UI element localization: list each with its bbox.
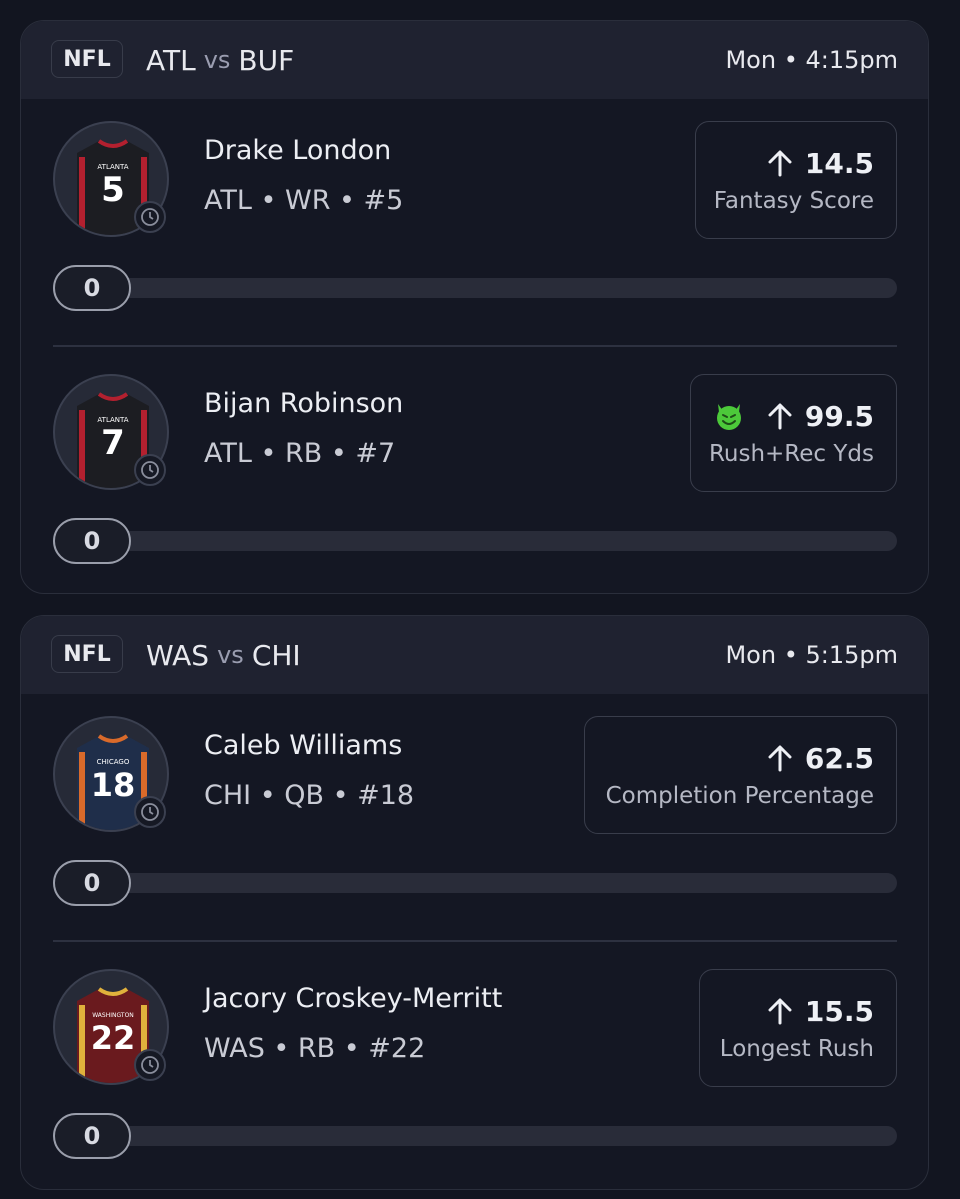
player-row[interactable]: ATLANTA 5 Drake London ATL • WR • #5 14.…	[21, 99, 928, 351]
arrow-up-icon	[768, 998, 792, 1025]
arrow-up-icon	[768, 745, 792, 772]
jersey-city: WASHINGTON	[92, 1012, 134, 1019]
projection-value: 62.5	[804, 741, 874, 775]
player-meta: ATL • WR • #5	[204, 185, 404, 216]
projection-label: Completion Percentage	[605, 782, 874, 809]
jersey-number: 18	[91, 766, 136, 804]
away-team: WAS	[146, 638, 210, 672]
projection-box[interactable]: 99.5 Rush+Rec Yds	[690, 374, 897, 492]
divider	[53, 345, 897, 347]
clock-icon	[134, 796, 166, 828]
progress-bar: 0	[53, 265, 897, 311]
projection-label: Longest Rush	[719, 1035, 874, 1062]
league-badge: NFL	[51, 40, 123, 78]
game-time: Mon • 4:15pm	[725, 46, 898, 74]
player-name: Drake London	[204, 135, 392, 166]
game-header: NFL WAS vs CHI Mon • 5:15pm	[21, 616, 928, 694]
progress-bar: 0	[53, 1113, 897, 1159]
jersey-number: 22	[91, 1019, 136, 1057]
progress-track	[93, 278, 897, 298]
projection-label: Rush+Rec Yds	[708, 440, 874, 467]
vs-label: vs	[217, 641, 244, 669]
clock-icon	[134, 454, 166, 486]
jersey-number: 5	[101, 170, 125, 210]
devil-emoji-icon	[716, 404, 741, 430]
projection-value: 99.5	[804, 399, 874, 433]
projection-value: 15.5	[804, 994, 874, 1028]
projection-label: Fantasy Score	[713, 187, 874, 214]
player-name: Bijan Robinson	[204, 388, 404, 419]
home-team: BUF	[238, 43, 295, 77]
matchup: WAS vs CHI	[146, 636, 301, 674]
game-card: NFL WAS vs CHI Mon • 5:15pm CHICAGO 18 C…	[20, 615, 929, 1190]
player-meta: CHI • QB • #18	[204, 780, 415, 811]
progress-value: 0	[53, 518, 131, 564]
progress-bar: 0	[53, 518, 897, 564]
away-team: ATL	[146, 43, 196, 77]
matchup: ATL vs BUF	[146, 41, 294, 79]
clock-icon	[134, 1049, 166, 1081]
vs-label: vs	[203, 46, 231, 74]
player-name: Caleb Williams	[204, 730, 403, 761]
divider	[53, 940, 897, 942]
game-time: Mon • 5:15pm	[725, 641, 898, 669]
jersey-number: 7	[101, 423, 125, 463]
player-row[interactable]: CHICAGO 18 Caleb Williams CHI • QB • #18…	[21, 694, 928, 946]
league-badge: NFL	[51, 635, 123, 673]
projection-box[interactable]: 62.5 Completion Percentage	[584, 716, 897, 834]
projection-box[interactable]: 15.5 Longest Rush	[699, 969, 897, 1087]
game-header: NFL ATL vs BUF Mon • 4:15pm	[21, 21, 928, 99]
player-meta: ATL • RB • #7	[204, 438, 396, 469]
progress-value: 0	[53, 265, 131, 311]
progress-bar: 0	[53, 860, 897, 906]
clock-icon	[134, 201, 166, 233]
player-meta: WAS • RB • #22	[204, 1033, 426, 1064]
player-row[interactable]: ATLANTA 7 Bijan Robinson ATL • RB • #7 9…	[21, 352, 928, 593]
progress-track	[93, 1126, 897, 1146]
progress-track	[93, 531, 897, 551]
player-name: Jacory Croskey-Merritt	[204, 983, 503, 1014]
jersey-city: CHICAGO	[97, 758, 130, 766]
projection-value: 14.5	[804, 146, 874, 180]
progress-track	[93, 873, 897, 893]
home-team: CHI	[251, 638, 301, 672]
arrow-up-icon	[768, 150, 792, 177]
progress-value: 0	[53, 1113, 131, 1159]
progress-value: 0	[53, 860, 131, 906]
projection-box[interactable]: 14.5 Fantasy Score	[695, 121, 897, 239]
player-row[interactable]: WASHINGTON 22 Jacory Croskey-Merritt WAS…	[21, 947, 928, 1189]
game-card: NFL ATL vs BUF Mon • 4:15pm ATLANTA 5 Dr…	[20, 20, 929, 594]
arrow-up-icon	[768, 403, 792, 430]
